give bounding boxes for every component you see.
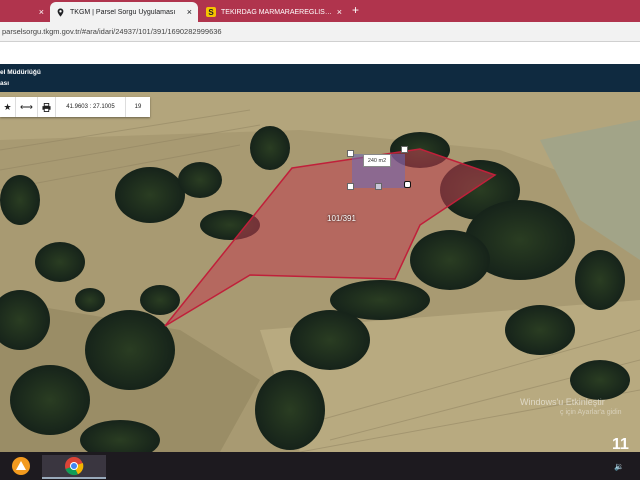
tab-label: TEKİRDAĞ MARMARAEREĞLİSİ Ç — [221, 8, 333, 16]
tab-tekirdag[interactable]: S TEKİRDAĞ MARMARAEREĞLİSİ Ç × — [200, 2, 348, 22]
resize-handle[interactable] — [375, 183, 382, 190]
close-icon[interactable]: × — [337, 7, 342, 17]
close-icon[interactable]: × — [39, 7, 44, 17]
orange-app-icon — [12, 457, 30, 475]
page-top-area — [0, 42, 640, 64]
rotate-handle[interactable] — [404, 181, 411, 188]
resize-handle[interactable] — [401, 146, 408, 153]
print-icon[interactable] — [38, 97, 56, 117]
zoom-level: 19 — [134, 104, 142, 110]
volume-icon[interactable]: 🔉 — [614, 462, 624, 471]
header-title-line1: el Müdürlüğü — [0, 69, 41, 76]
tab-label: TKGM | Parsel Sorgu Uygulaması — [70, 8, 176, 16]
printer-icon — [42, 102, 51, 112]
location-pin-icon — [57, 7, 64, 17]
resize-handle[interactable] — [347, 183, 354, 190]
taskbar-chrome[interactable] — [42, 455, 106, 479]
activation-watermark: Windows'u Etkinleştir — [520, 397, 605, 407]
s-logo-icon: S — [206, 7, 216, 17]
resize-handle[interactable] — [347, 150, 354, 157]
chrome-icon — [65, 457, 84, 476]
app-header: el Müdürlüğü ası — [0, 64, 640, 92]
close-icon[interactable]: × — [187, 7, 192, 17]
new-tab-button[interactable]: + — [352, 3, 359, 17]
measure-icon[interactable]: ⟷ — [16, 97, 38, 117]
tab-tkgm[interactable]: TKGM | Parsel Sorgu Uygulaması × — [50, 2, 198, 22]
url-text[interactable]: parselsorgu.tkgm.gov.tr/#ara/idari/24937… — [2, 27, 222, 36]
parcel-number-label: 101/391 — [327, 214, 356, 223]
map-toolbar: ★ ⟷ 41.9603 : 27.1005 19 — [0, 97, 150, 117]
activation-watermark-sub: ç için Ayarlar'a gidin — [560, 409, 622, 416]
area-measurement-label: 240 m2 — [363, 154, 391, 167]
coordinates-readout: 41.9603 : 27.1005 — [56, 97, 126, 117]
address-bar[interactable]: parselsorgu.tkgm.gov.tr/#ara/idari/24937… — [0, 22, 640, 42]
taskbar — [0, 452, 640, 480]
header-title-line2: ası — [0, 80, 10, 87]
favorite-icon[interactable]: ★ — [0, 97, 16, 117]
tab-previous[interactable]: × — [0, 2, 50, 22]
taskbar-app-icon[interactable] — [6, 455, 36, 477]
clock-partial: 11 — [612, 436, 629, 453]
tab-strip: × TKGM | Parsel Sorgu Uygulaması × S TEK… — [0, 0, 640, 22]
